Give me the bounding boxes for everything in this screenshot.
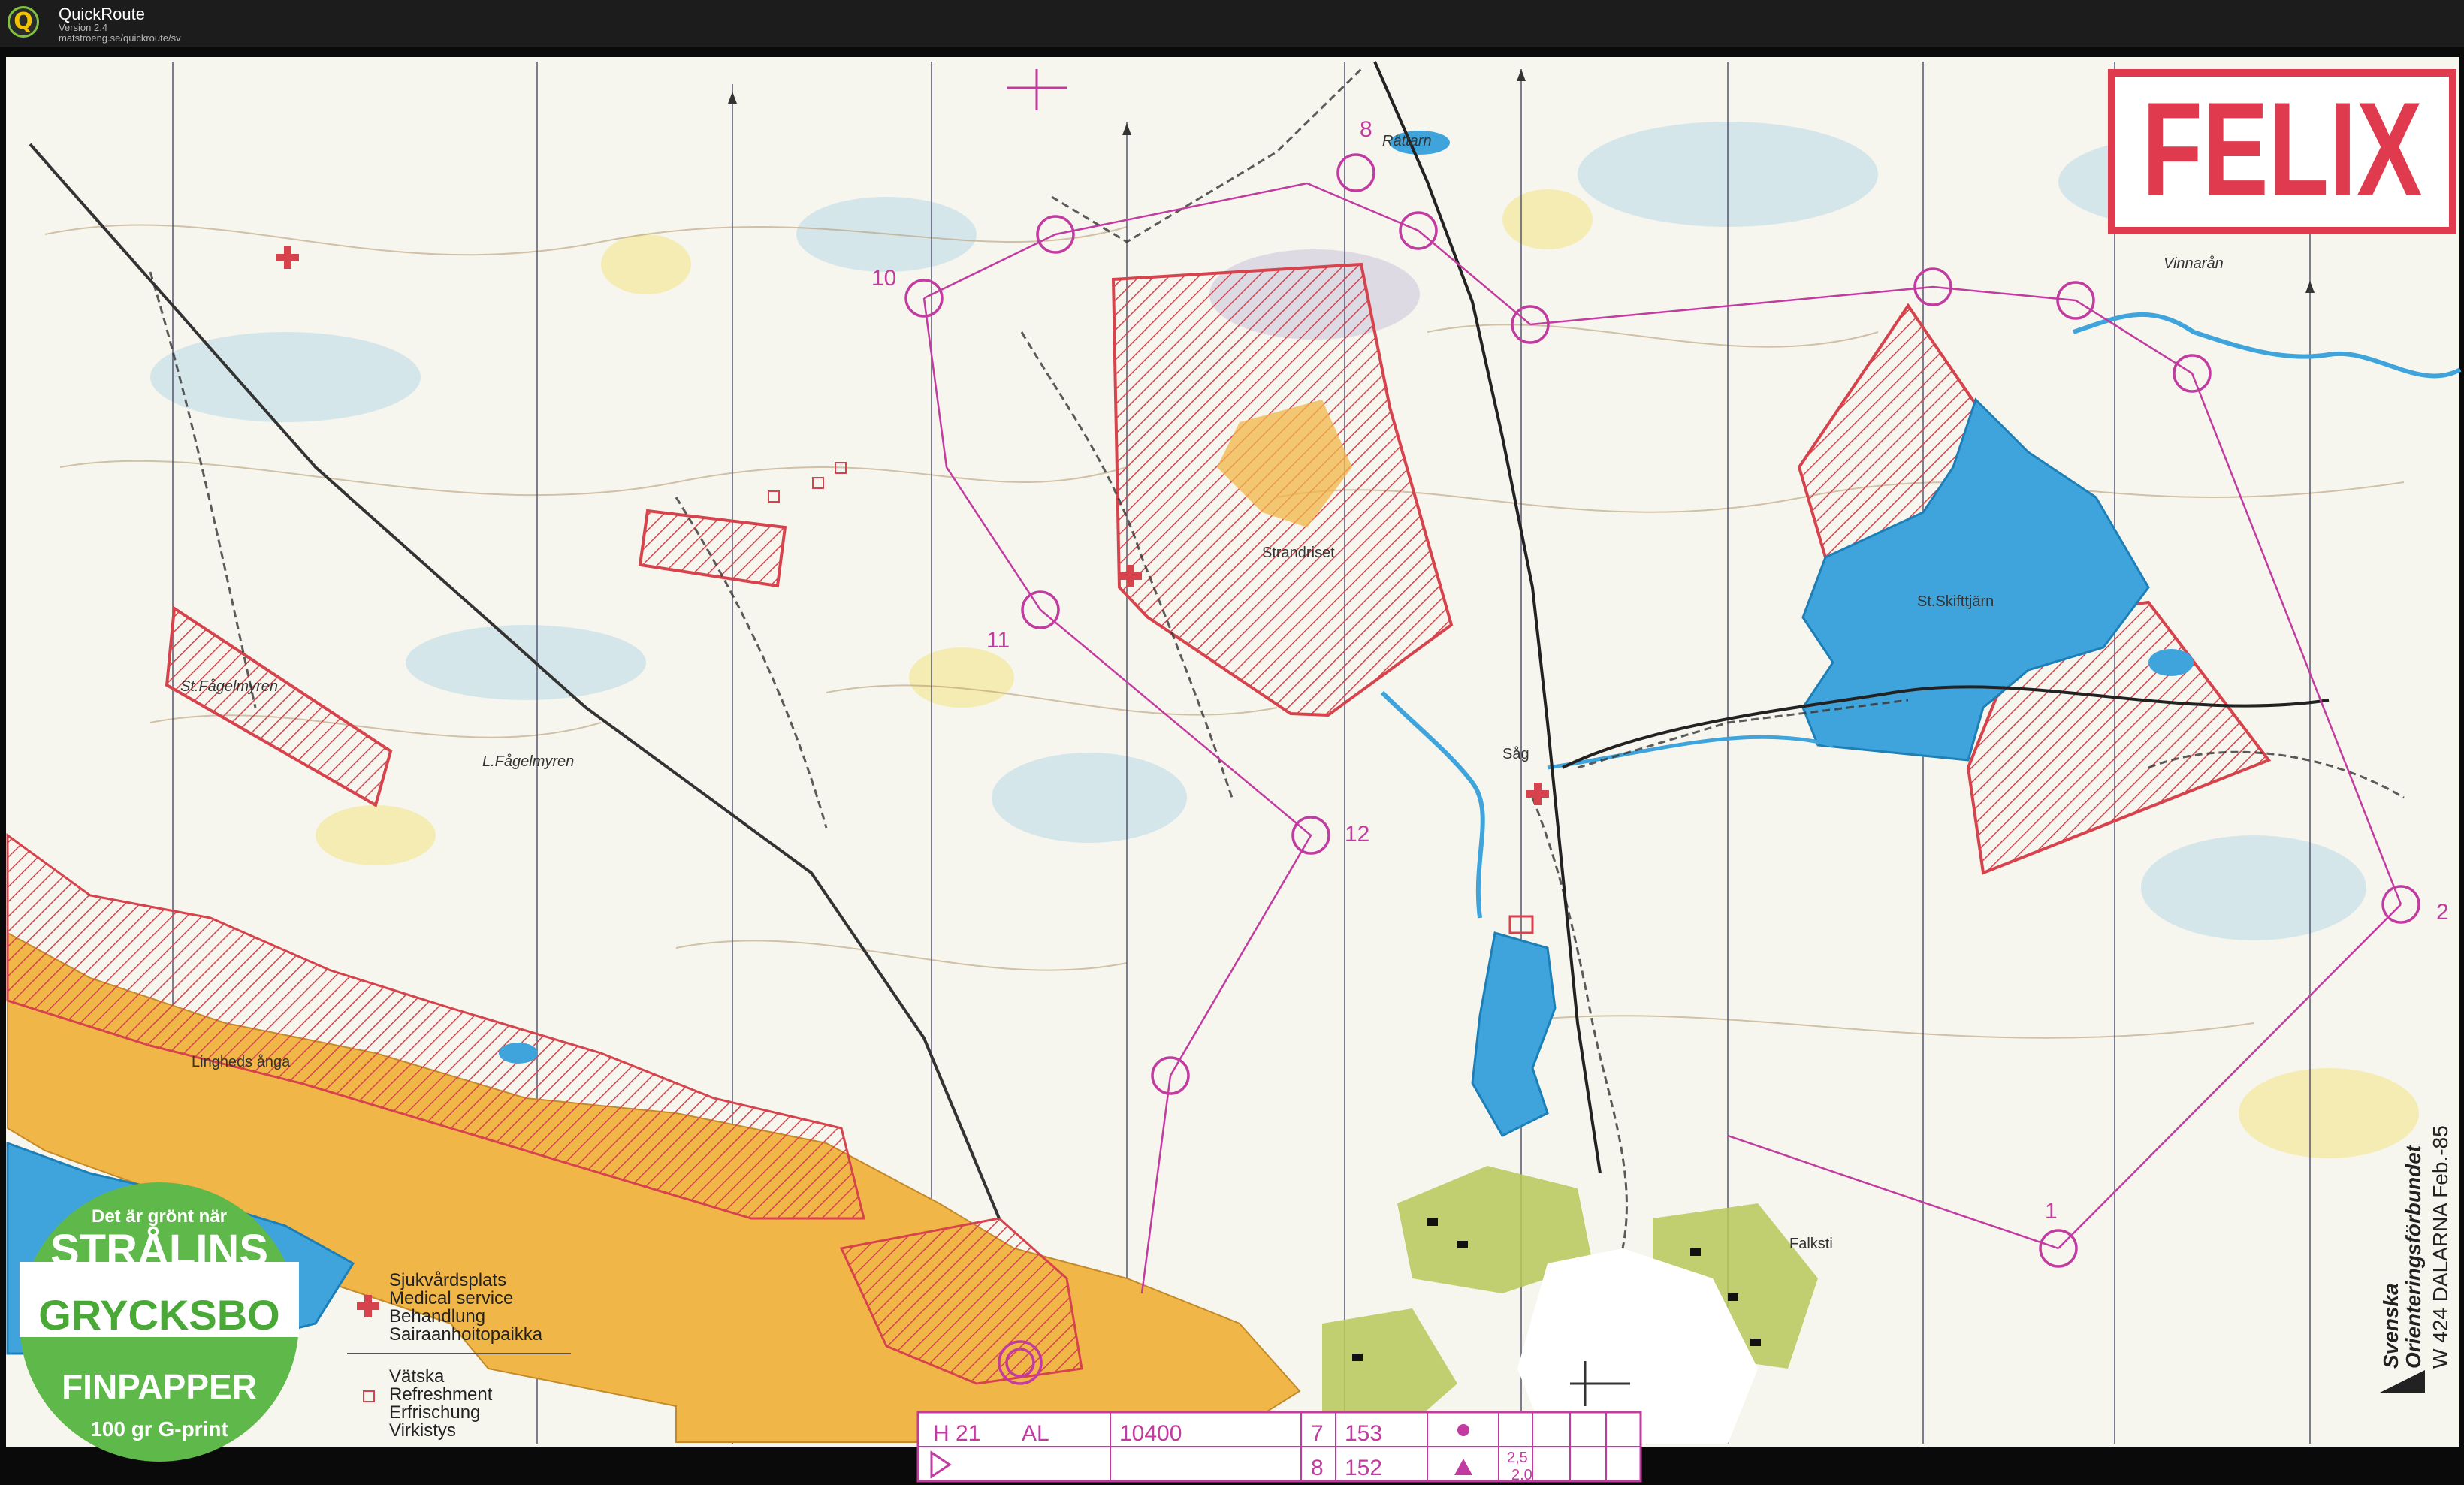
svg-text:FELIX: FELIX xyxy=(2142,75,2422,225)
svg-text:Det är grönt när: Det är grönt när xyxy=(92,1206,227,1227)
app-version: Version 2.4 xyxy=(59,22,108,33)
pond-2 xyxy=(499,1043,538,1064)
svg-text:Vinnarån: Vinnarån xyxy=(2164,255,2224,272)
svg-text:Såg: Såg xyxy=(1502,746,1529,762)
svg-text:TRYCKER PÅ: TRYCKER PÅ xyxy=(86,1266,232,1291)
svg-text:St.Fågelmyren: St.Fågelmyren xyxy=(180,678,278,695)
dot-icon xyxy=(1457,1424,1469,1436)
map-viewport[interactable]: 10 11 12 1 2 8 Rättarn Vinnarån Strandri… xyxy=(0,47,2464,1485)
svg-text:Rättarn: Rättarn xyxy=(1382,133,1432,149)
svg-text:Behandlung: Behandlung xyxy=(389,1306,485,1327)
svg-text:L.Fågelmyren: L.Fågelmyren xyxy=(482,753,574,770)
svg-text:8: 8 xyxy=(1311,1456,1324,1480)
svg-text:152: 152 xyxy=(1345,1456,1382,1480)
window-titlebar: Q QuickRoute Version 2.4 matstroeng.se/q… xyxy=(0,0,2464,47)
orienteering-map[interactable]: 10 11 12 1 2 8 Rättarn Vinnarån Strandri… xyxy=(0,47,2464,1485)
pond-1 xyxy=(2148,649,2194,676)
svg-text:H 21: H 21 xyxy=(933,1421,980,1446)
svg-text:Lingheds ånga: Lingheds ånga xyxy=(192,1054,291,1070)
svg-text:Strandriset: Strandriset xyxy=(1262,545,1335,561)
svg-text:Refreshment: Refreshment xyxy=(389,1384,493,1405)
svg-text:10400: 10400 xyxy=(1119,1421,1182,1446)
svg-text:8: 8 xyxy=(1360,117,1372,142)
svg-text:11: 11 xyxy=(986,628,1010,653)
svg-text:1: 1 xyxy=(2045,1199,2058,1224)
svg-text:Virkistys: Virkistys xyxy=(389,1420,456,1441)
quickroute-logo-icon: Q xyxy=(8,6,39,38)
printer-advertisement: Det är grönt när STRÅLINS TRYCKER PÅ GRY… xyxy=(20,1182,299,1462)
app-url: matstroeng.se/quickroute/sv xyxy=(59,32,181,44)
svg-text:St.Skifttjärn: St.Skifttjärn xyxy=(1917,593,1994,610)
svg-text:Sjukvårdsplats: Sjukvårdsplats xyxy=(389,1270,506,1290)
svg-text:2,0: 2,0 xyxy=(1511,1467,1532,1483)
svg-text:12: 12 xyxy=(1345,822,1369,847)
svg-text:Vätska: Vätska xyxy=(389,1366,445,1387)
svg-text:Medical service: Medical service xyxy=(389,1288,513,1308)
svg-text:100 gr G-print: 100 gr G-print xyxy=(90,1417,228,1441)
svg-text:Falksti: Falksti xyxy=(1789,1236,1833,1252)
svg-text:Orienteringsförbundet: Orienteringsförbundet xyxy=(2402,1144,2425,1369)
svg-text:GRYCKSBO: GRYCKSBO xyxy=(38,1291,280,1339)
course-info-box: H 21 AL 10400 7 153 8 152 2,5 2,0 xyxy=(916,1411,1642,1483)
svg-text:AL: AL xyxy=(1022,1421,1049,1446)
svg-text:153: 153 xyxy=(1345,1421,1382,1446)
svg-text:W 424 DALARNA Feb.-85: W 424 DALARNA Feb.-85 xyxy=(2429,1125,2452,1369)
svg-text:10: 10 xyxy=(871,266,896,291)
svg-text:Erfrischung: Erfrischung xyxy=(389,1402,480,1423)
club-logo: FELIX xyxy=(2108,69,2456,234)
svg-text:2: 2 xyxy=(2436,900,2449,925)
svg-text:2,5: 2,5 xyxy=(1507,1450,1528,1466)
svg-text:Sairaanhoitopaikka: Sairaanhoitopaikka xyxy=(389,1324,543,1345)
svg-text:FINPAPPER: FINPAPPER xyxy=(62,1367,257,1406)
svg-text:Svenska: Svenska xyxy=(2379,1283,2402,1369)
svg-text:7: 7 xyxy=(1311,1421,1324,1446)
